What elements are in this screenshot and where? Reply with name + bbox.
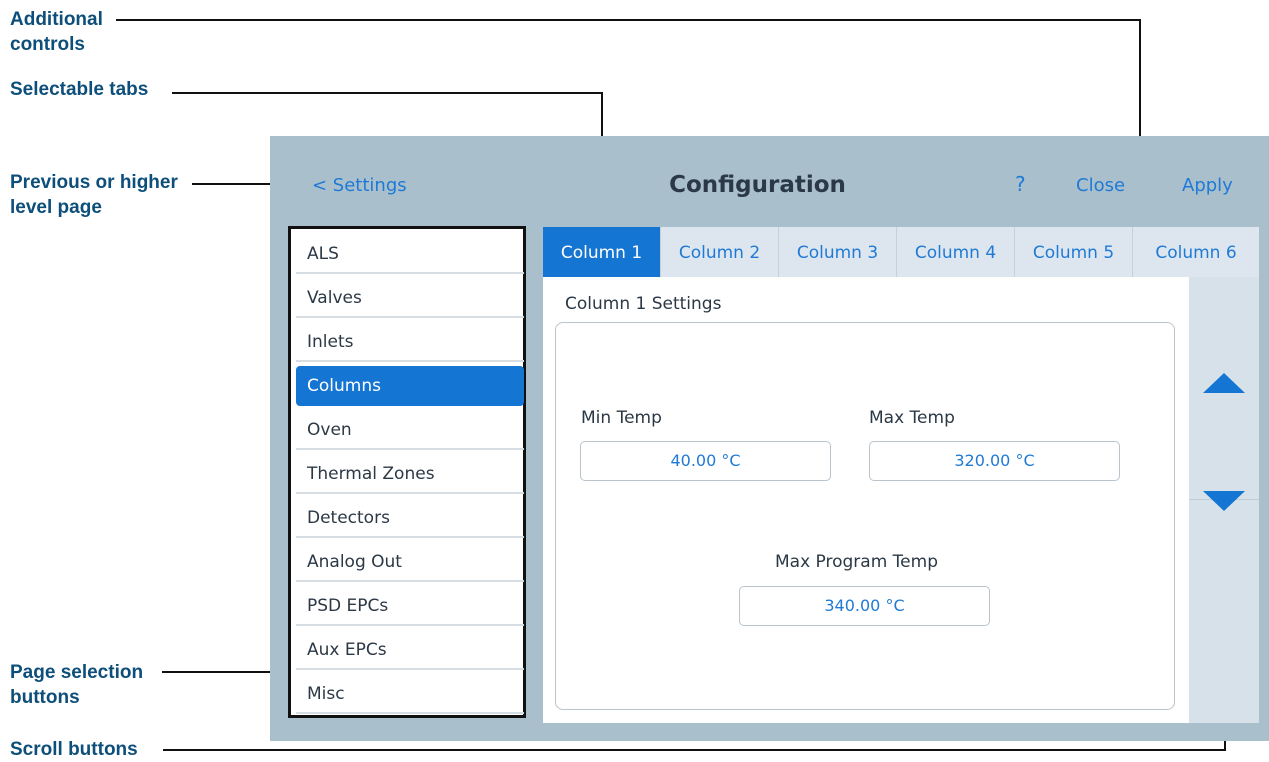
page-button-misc[interactable]: Misc	[296, 674, 524, 714]
min-temp-label: Min Temp	[581, 408, 662, 428]
annotation-scroll-buttons: Scroll buttons	[10, 739, 138, 760]
page-button-aux-epcs[interactable]: Aux EPCs	[296, 630, 524, 670]
max-temp-field[interactable]: 320.00 °C	[869, 441, 1120, 481]
max-temp-label: Max Temp	[869, 408, 955, 428]
column-tab-bar: Column 1 Column 2 Column 3 Column 4 Colu…	[543, 227, 1259, 277]
annotation-previous-page: Previous or higher level page	[10, 172, 178, 218]
tab-column-1[interactable]: Column 1	[543, 227, 661, 277]
max-program-temp-label: Max Program Temp	[775, 552, 938, 572]
annotation-selectable-tabs: Selectable tabs	[10, 79, 149, 100]
page-selection-list: ALS Valves Inlets Columns Oven Thermal Z…	[288, 226, 526, 718]
tab-column-2[interactable]: Column 2	[661, 227, 779, 277]
back-settings-link[interactable]: < Settings	[312, 175, 407, 196]
page-button-psd-epcs[interactable]: PSD EPCs	[296, 586, 524, 626]
page-button-thermal-zones[interactable]: Thermal Zones	[296, 454, 524, 494]
annotation-additional-controls: Additional controls	[10, 9, 103, 55]
page-button-valves[interactable]: Valves	[296, 278, 524, 318]
section-title: Column 1 Settings	[565, 294, 722, 314]
scroll-up-button[interactable]	[1189, 277, 1259, 499]
callout-line	[116, 19, 1141, 21]
callout-line	[163, 749, 1226, 751]
page-button-analog-out[interactable]: Analog Out	[296, 542, 524, 582]
scroll-buttons	[1189, 277, 1259, 723]
callout-line	[172, 92, 603, 94]
annotation-page-selection: Page selection buttons	[10, 662, 144, 708]
page-button-als[interactable]: ALS	[296, 234, 524, 274]
tab-column-4[interactable]: Column 4	[897, 227, 1015, 277]
scroll-down-button[interactable]	[1189, 491, 1259, 722]
configuration-screen: < Settings Configuration ? Close Apply A…	[270, 136, 1269, 741]
triangle-down-icon	[1203, 491, 1245, 511]
tab-column-6[interactable]: Column 6	[1133, 227, 1259, 277]
max-program-temp-field[interactable]: 340.00 °C	[739, 586, 990, 626]
page-button-oven[interactable]: Oven	[296, 410, 524, 450]
close-button[interactable]: Close	[1076, 175, 1125, 196]
tab-column-3[interactable]: Column 3	[779, 227, 897, 277]
settings-panel: Min Temp 40.00 °C Max Temp 320.00 °C Max…	[555, 322, 1175, 710]
help-button[interactable]: ?	[1015, 172, 1026, 196]
column-settings-content: Column 1 Settings Min Temp 40.00 °C Max …	[543, 277, 1189, 723]
min-temp-field[interactable]: 40.00 °C	[580, 441, 831, 481]
tab-column-5[interactable]: Column 5	[1015, 227, 1133, 277]
page-button-columns[interactable]: Columns	[296, 366, 524, 406]
triangle-up-icon	[1203, 373, 1245, 393]
apply-button[interactable]: Apply	[1182, 175, 1233, 196]
page-button-inlets[interactable]: Inlets	[296, 322, 524, 362]
page-button-detectors[interactable]: Detectors	[296, 498, 524, 538]
